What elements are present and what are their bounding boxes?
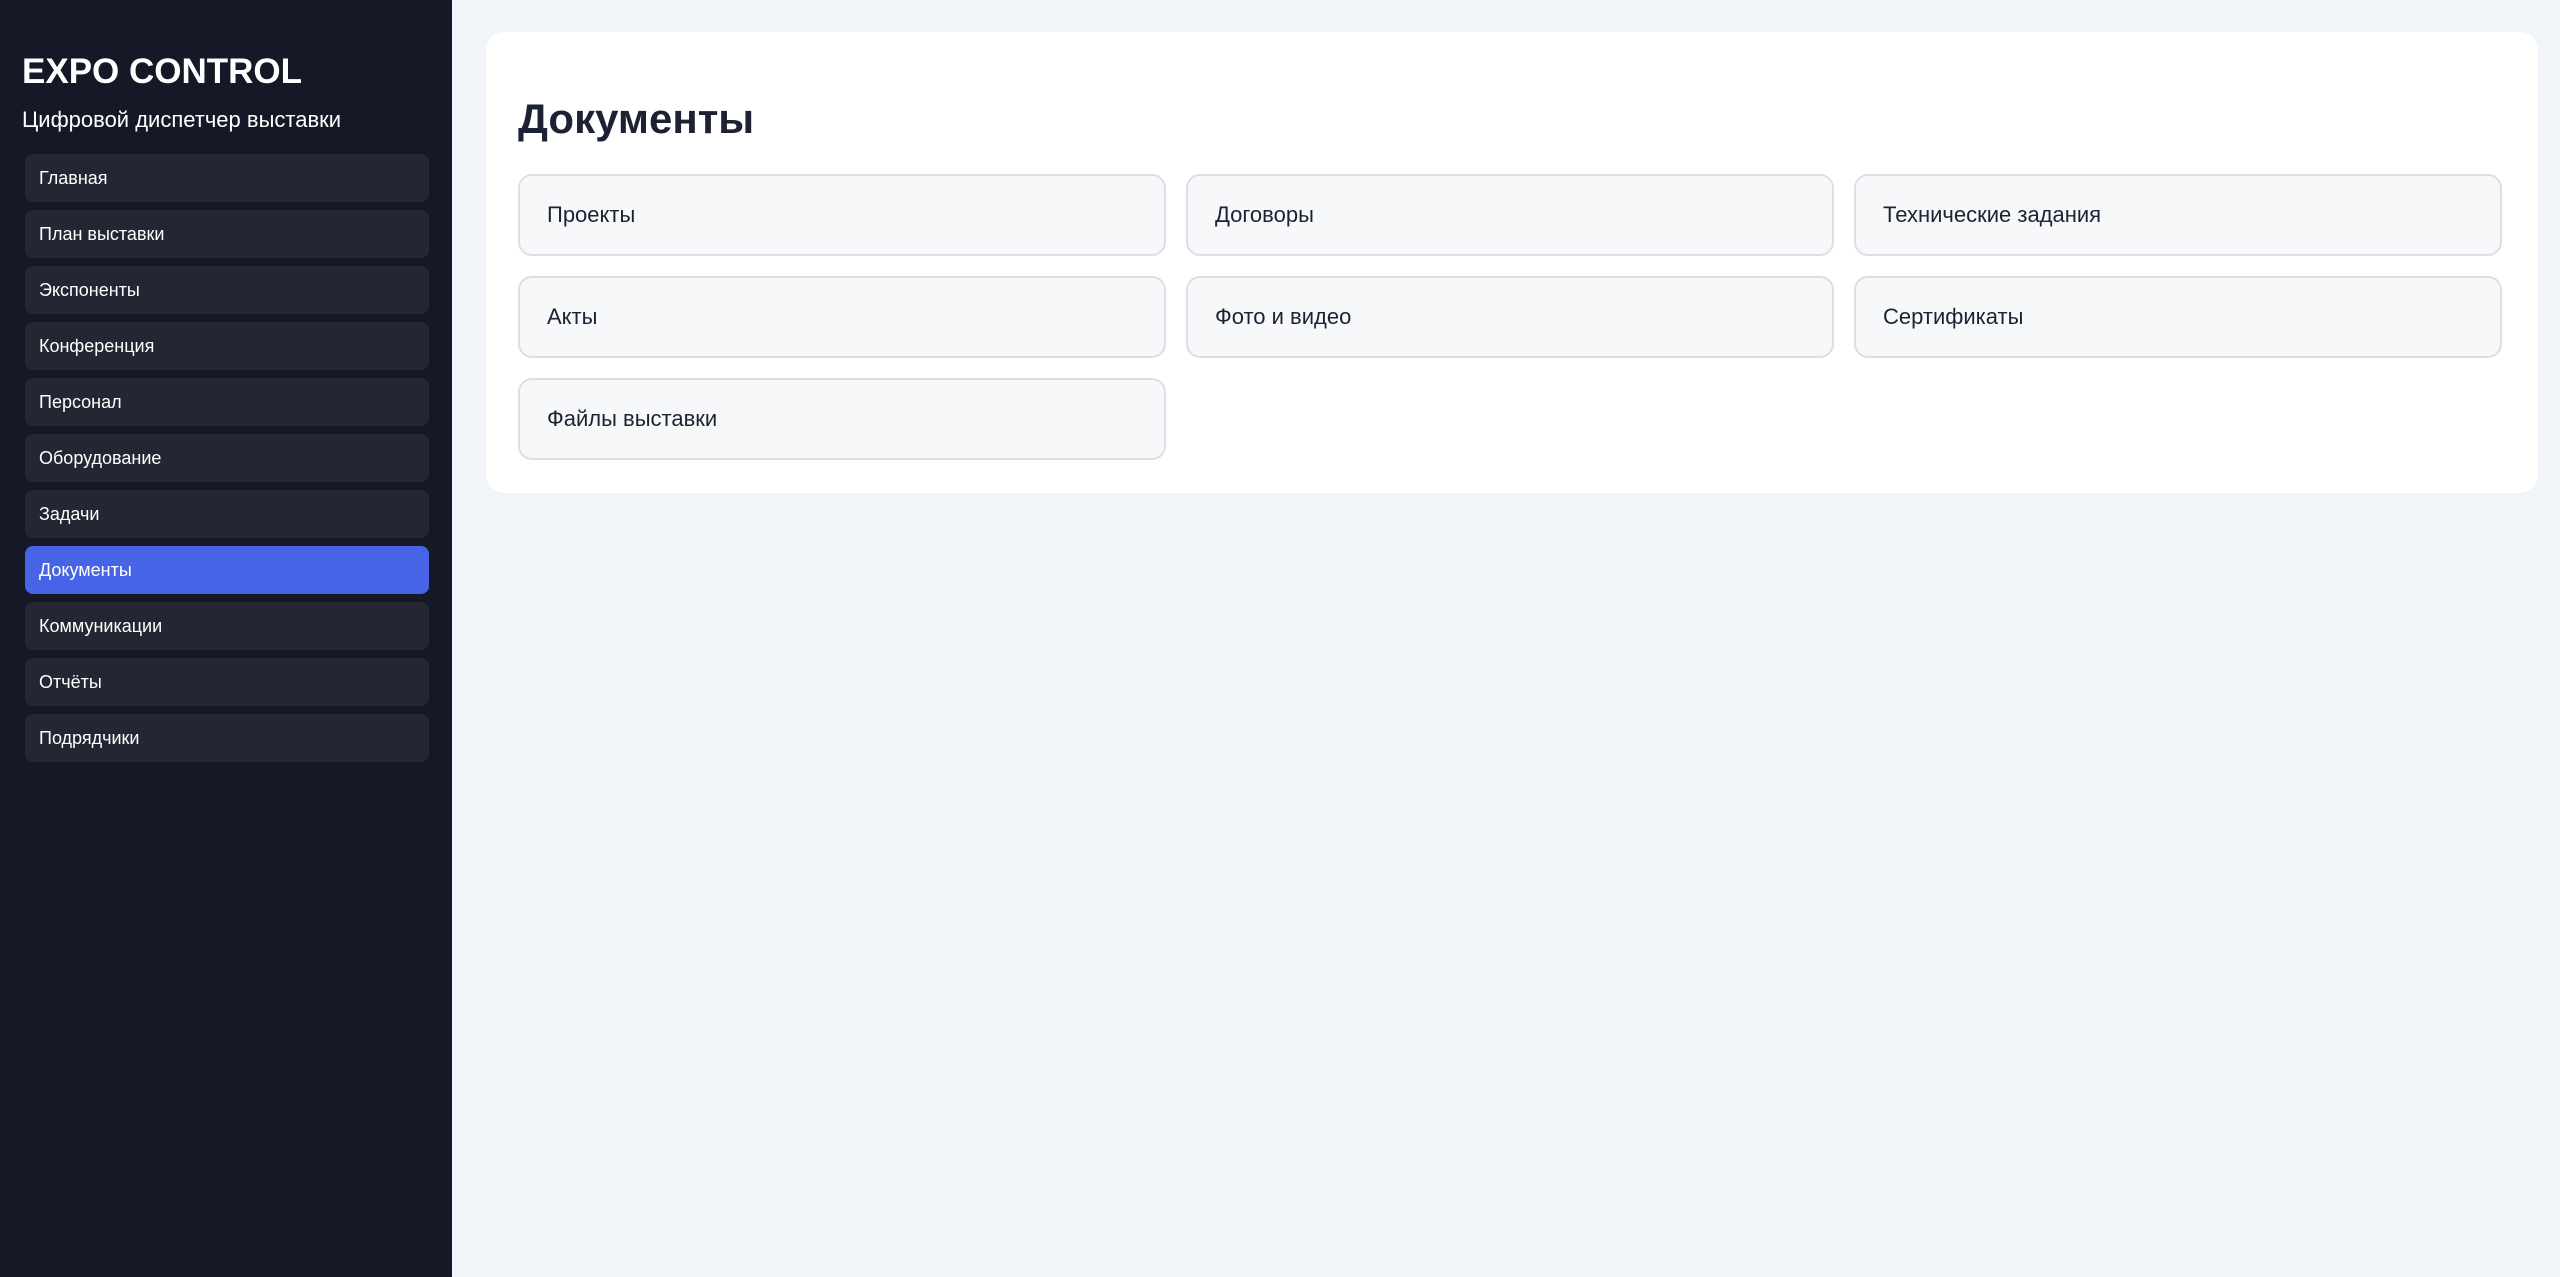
page-title: Документы: [518, 95, 755, 142]
sidebar-item-home[interactable]: Главная: [25, 154, 429, 202]
app-root: EXPO CONTROL Цифровой диспетчер выставки…: [0, 0, 2560, 1277]
sidebar: EXPO CONTROL Цифровой диспетчер выставки…: [0, 0, 452, 1277]
sidebar-item-staff[interactable]: Персонал: [25, 378, 429, 426]
sidebar-item-documents[interactable]: Документы: [25, 546, 429, 594]
app-subtitle: Цифровой диспетчер выставки: [22, 107, 342, 132]
sidebar-item-conference[interactable]: Конференция: [25, 322, 429, 370]
sidebar-item-exhibitors[interactable]: Экспоненты: [25, 266, 429, 314]
main-content: Документы Проекты Договоры Технические з…: [452, 0, 2560, 1277]
sidebar-item-communications[interactable]: Коммуникации: [25, 602, 429, 650]
sidebar-item-equipment[interactable]: Оборудование: [25, 434, 429, 482]
doc-card-exhibition-files[interactable]: Файлы выставки: [518, 378, 1166, 460]
sidebar-nav: Главная План выставки Экспоненты Конфере…: [22, 154, 430, 762]
documents-grid: Проекты Договоры Технические задания Акт…: [518, 174, 2505, 460]
doc-card-photo-video[interactable]: Фото и видео: [1186, 276, 1834, 358]
documents-panel: Документы Проекты Договоры Технические з…: [486, 32, 2538, 493]
app-title: EXPO CONTROL: [22, 52, 303, 91]
sidebar-item-exhibition-plan[interactable]: План выставки: [25, 210, 429, 258]
sidebar-item-reports[interactable]: Отчёты: [25, 658, 429, 706]
doc-card-projects[interactable]: Проекты: [518, 174, 1166, 256]
sidebar-item-contractors[interactable]: Подрядчики: [25, 714, 429, 762]
sidebar-item-tasks[interactable]: Задачи: [25, 490, 429, 538]
doc-card-contracts[interactable]: Договоры: [1186, 174, 1834, 256]
doc-card-technical-specs[interactable]: Технические задания: [1854, 174, 2502, 256]
doc-card-certificates[interactable]: Сертификаты: [1854, 276, 2502, 358]
doc-card-acts[interactable]: Акты: [518, 276, 1166, 358]
